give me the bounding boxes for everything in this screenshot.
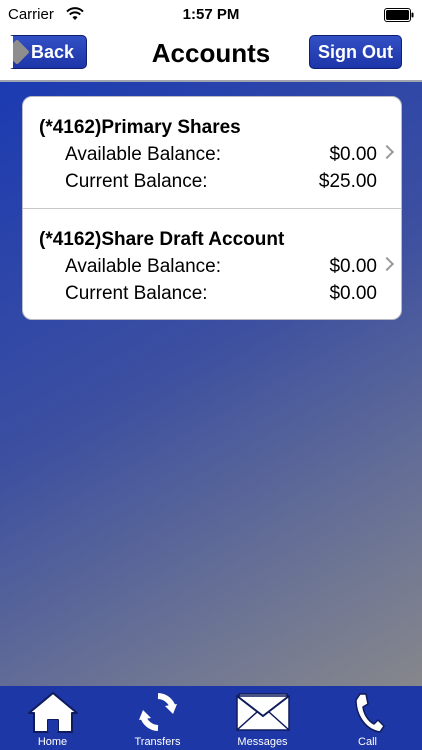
navigation-bar: Back Accounts Sign Out [0,30,422,82]
available-balance-value: $0.00 [329,144,377,165]
home-icon [27,692,78,733]
accounts-list: (*4162)Primary Shares Available Balance:… [22,96,402,320]
account-row-primary-shares[interactable]: (*4162)Primary Shares Available Balance:… [23,97,401,208]
refresh-icon [138,693,177,731]
tab-home-label: Home [37,736,68,748]
status-time: 1:57 PM [182,6,240,23]
tab-call[interactable]: Call [315,686,420,750]
envelope-icon [235,693,290,731]
tab-call-label: Call [358,736,377,748]
available-balance-label: Available Balance: [65,144,221,165]
sign-out-button-label: Sign Out [318,41,393,62]
current-balance-label: Current Balance: [65,283,208,304]
chevron-right-icon [379,144,395,160]
available-balance-label: Available Balance: [65,256,221,277]
tab-transfers[interactable]: Transfers [105,686,210,750]
current-balance-value: $25.00 [318,171,377,192]
tab-home[interactable]: Home [0,686,105,750]
account-name: (*4162)Primary Shares [39,117,241,138]
tab-messages[interactable]: Messages [210,686,315,750]
current-balance-label: Current Balance: [65,171,208,192]
tab-bar: Home Transfers Messages Call [0,686,422,750]
chevron-right-icon [379,256,395,272]
account-name: (*4162)Share Draft Account [39,229,285,250]
current-balance-value: $0.00 [329,283,377,304]
battery-icon [384,8,414,22]
tab-messages-label: Messages [237,736,288,748]
accounts-content: (*4162)Primary Shares Available Balance:… [0,82,422,686]
tab-transfers-label: Transfers [134,736,181,748]
account-row-share-draft[interactable]: (*4162)Share Draft Account Available Bal… [23,208,401,319]
phone-icon [354,693,385,733]
available-balance-value: $0.00 [329,256,377,277]
status-bar: Carrier 1:57 PM [0,0,422,30]
sign-out-button[interactable]: Sign Out [309,35,402,69]
